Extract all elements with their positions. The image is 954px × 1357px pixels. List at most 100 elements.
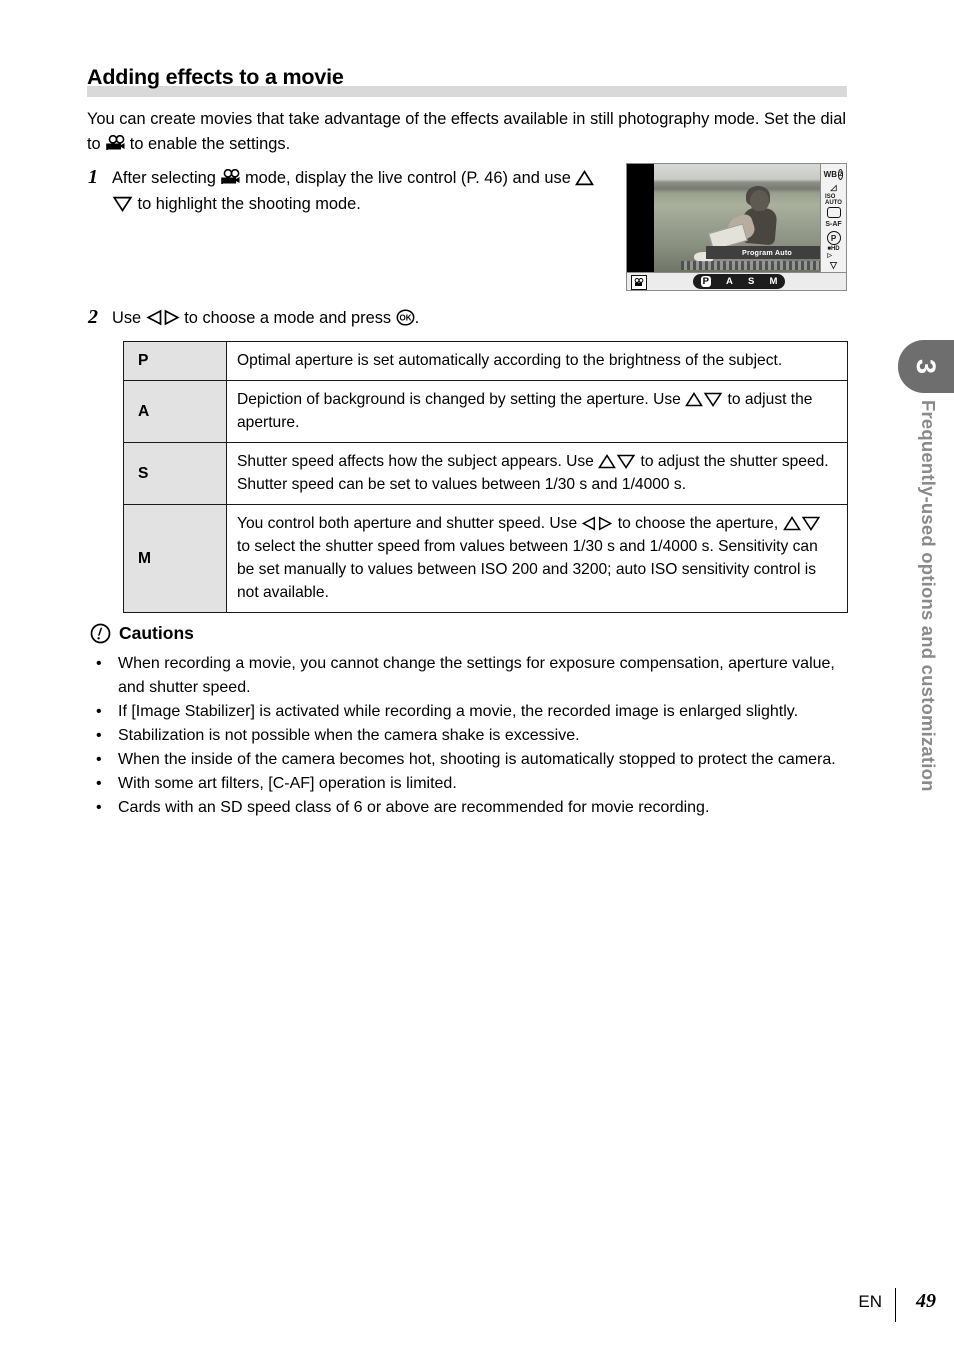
- mode-desc-m: You control both aperture and shutter sp…: [226, 504, 848, 613]
- mode-desc-m-part1: You control both aperture and shutter sp…: [237, 515, 582, 532]
- intro-text-part2: to enable the settings.: [125, 135, 291, 153]
- cautions-list: • When recording a movie, you cannot cha…: [92, 652, 848, 820]
- caution-text: If [Image Stabilizer] is activated while…: [118, 703, 799, 720]
- mode-key-s: S: [123, 442, 227, 505]
- bullet-marker: •: [96, 703, 102, 720]
- pasm-option-s[interactable]: S: [748, 276, 754, 287]
- table-row: P Optimal aperture is set automatically …: [123, 341, 848, 381]
- aspect-ratio-icon[interactable]: [824, 207, 843, 219]
- step-2: 2 Use to choose a mode and press OK.: [88, 305, 608, 331]
- page-heading: Adding effects to a movie: [87, 64, 847, 97]
- live-control-caption: Program Auto: [706, 246, 820, 259]
- scroll-down-icon[interactable]: ▽: [824, 260, 843, 271]
- ok-button-icon: OK: [396, 309, 415, 326]
- list-item: • Stabilization is not possible when the…: [92, 724, 848, 748]
- step-1-text-part2: mode, display the live control (P. 46) a…: [240, 169, 576, 187]
- mode-key-p: P: [123, 341, 227, 381]
- step-2-text-part2: to choose a mode and press: [179, 309, 396, 327]
- mode-desc-s-part1: Shutter speed affects how the subject ap…: [237, 453, 599, 470]
- live-view-photo: Program Auto: [654, 164, 820, 272]
- movie-camera-icon: [221, 169, 240, 184]
- movie-camera-icon: [106, 135, 125, 150]
- up-triangle-icon: [598, 454, 617, 469]
- step-2-text-part3: .: [414, 309, 420, 327]
- left-triangle-icon: [146, 309, 162, 326]
- down-triangle-icon: [801, 516, 820, 531]
- list-item: • When the inside of the camera becomes …: [92, 748, 848, 772]
- step-1: 1 After selecting mode, display the live…: [88, 165, 608, 217]
- movie-mode-icon[interactable]: [631, 275, 647, 290]
- up-triangle-icon: [782, 516, 801, 531]
- list-item: • When recording a movie, you cannot cha…: [92, 652, 848, 700]
- mode-desc-m-part3: to select the shutter speed from values …: [237, 538, 818, 601]
- subject-head: [750, 190, 769, 211]
- chapter-tab: 3: [898, 340, 954, 393]
- live-control-rail[interactable]: WB 2 ◿ ISO AUTO S-AF P ■HD ▷ ▽: [820, 164, 846, 272]
- up-triangle-icon: [685, 392, 704, 407]
- cautions-header: Cautions: [90, 623, 194, 644]
- svg-text:OK: OK: [399, 314, 411, 323]
- page-title: Adding effects to a movie: [87, 65, 344, 89]
- iso-auto-icon[interactable]: ISO AUTO: [824, 194, 843, 206]
- mode-key-m: M: [123, 504, 227, 613]
- step-1-number: 1: [88, 166, 98, 188]
- cautions-title: Cautions: [119, 623, 194, 643]
- movie-quality-icon[interactable]: ■HD ▷: [824, 246, 843, 259]
- mode-desc-a: Depiction of background is changed by se…: [226, 380, 848, 443]
- s-af-icon[interactable]: S-AF: [824, 219, 843, 230]
- camera-screen-figure: Program Auto WB 2 ◿ ISO AUTO S-AF P ■HD ▷ ▽…: [626, 163, 847, 291]
- right-triangle-icon: [599, 516, 613, 531]
- caution-text: Cards with an SD speed class of 6 or abo…: [118, 799, 710, 816]
- live-control-strip: [681, 261, 820, 270]
- pasm-option-p[interactable]: P: [700, 276, 711, 287]
- right-triangle-icon: [164, 309, 180, 326]
- movie-mode-glyph: [634, 278, 644, 286]
- table-row: A Depiction of background is changed by …: [123, 380, 848, 443]
- art-filter-icon[interactable]: ◿: [824, 181, 843, 192]
- up-triangle-icon: [575, 170, 595, 186]
- caution-text: When recording a movie, you cannot chang…: [118, 655, 835, 696]
- step-2-text-part1: Use: [112, 309, 146, 327]
- white-balance-icon[interactable]: WB 2: [824, 169, 844, 181]
- caution-text: Stabilization is not possible when the c…: [118, 727, 580, 744]
- footer-divider: [895, 1288, 896, 1322]
- page-footer: EN 49: [0, 1288, 954, 1332]
- mode-key-a: A: [123, 380, 227, 443]
- list-item: • Cards with an SD speed class of 6 or a…: [92, 796, 848, 820]
- pasm-option-a[interactable]: A: [726, 276, 733, 287]
- pasm-option-m[interactable]: M: [770, 276, 778, 287]
- program-auto-icon[interactable]: P: [824, 231, 843, 246]
- lcd-black-bar: [627, 164, 654, 272]
- shooting-mode-table: P Optimal aperture is set automatically …: [123, 341, 848, 613]
- footer-language: EN: [858, 1292, 882, 1311]
- caution-text: With some art filters, [C-AF] operation …: [118, 775, 457, 792]
- table-row: M You control both aperture and shutter …: [123, 504, 848, 613]
- chapter-title: Frequently-used options and customizatio…: [918, 400, 939, 792]
- caution-text: When the inside of the camera becomes ho…: [118, 751, 836, 768]
- intro-paragraph: You can create movies that take advantag…: [87, 107, 847, 157]
- bullet-marker: •: [96, 727, 102, 744]
- table-row: S Shutter speed affects how the subject …: [123, 442, 848, 505]
- step-2-text: Use to choose a mode and press OK.: [112, 305, 419, 331]
- bullet-marker: •: [96, 775, 102, 792]
- step-2-number: 2: [88, 306, 98, 328]
- down-triangle-icon: [112, 196, 133, 212]
- camera-mode-bar: P A S M: [627, 272, 846, 290]
- left-triangle-icon: [582, 516, 596, 531]
- down-triangle-icon: [703, 392, 723, 407]
- mode-desc-s: Shutter speed affects how the subject ap…: [226, 442, 848, 505]
- step-1-text-part3: to highlight the shooting mode.: [133, 195, 361, 213]
- step-1-text: After selecting mode, display the live c…: [112, 165, 608, 217]
- footer-page-number: 49: [916, 1290, 936, 1312]
- pasm-selector[interactable]: P A S M: [693, 274, 785, 289]
- list-item: • If [Image Stabilizer] is activated whi…: [92, 700, 848, 724]
- bullet-marker: •: [96, 799, 102, 816]
- mode-desc-p: Optimal aperture is set automatically ac…: [226, 341, 848, 381]
- list-item: • With some art filters, [C-AF] operatio…: [92, 772, 848, 796]
- step-1-text-part1: After selecting: [112, 169, 221, 187]
- camera-lcd: Program Auto WB 2 ◿ ISO AUTO S-AF P ■HD ▷ ▽: [627, 164, 846, 272]
- bullet-marker: •: [96, 751, 102, 768]
- exclamation-circle-icon: [90, 623, 111, 644]
- down-triangle-icon: [616, 454, 636, 469]
- mode-desc-a-part1: Depiction of background is changed by se…: [237, 391, 686, 408]
